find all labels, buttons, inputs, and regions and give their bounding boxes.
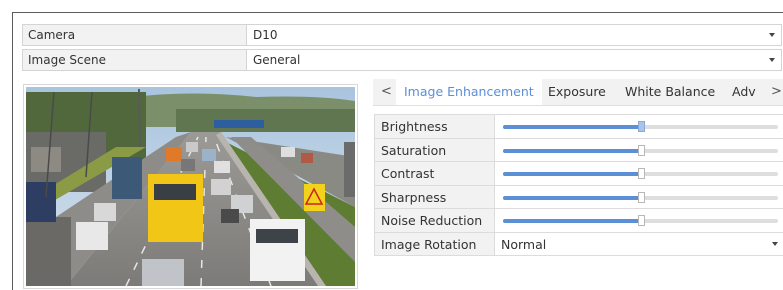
tab-next-arrow[interactable]: >	[771, 79, 782, 105]
brightness-slider-handle[interactable]	[637, 121, 645, 132]
image-enhancement-settings: Brightness Saturation Contrast Sharpness…	[374, 114, 783, 256]
sharpness-label: Sharpness	[375, 185, 495, 208]
image-settings-panel: Camera D10 Image Scene General < Image E…	[12, 12, 783, 290]
noise-reduction-row: Noise Reduction	[374, 209, 783, 233]
camera-label: Camera	[23, 25, 247, 45]
image-rotation-value[interactable]: Normal	[501, 233, 546, 256]
tab-prev-arrow[interactable]: <	[381, 79, 392, 105]
noise-reduction-slider[interactable]	[503, 215, 778, 226]
contrast-slider-handle[interactable]	[637, 168, 645, 179]
camera-value[interactable]: D10	[247, 25, 781, 45]
brightness-row: Brightness	[374, 115, 783, 139]
chevron-down-icon[interactable]	[769, 33, 775, 37]
image-rotation-row[interactable]: Image Rotation Normal	[374, 232, 783, 256]
tab-advanced[interactable]: Adv	[732, 79, 756, 105]
brightness-label: Brightness	[375, 115, 495, 138]
image-scene-label: Image Scene	[23, 50, 247, 70]
brightness-slider[interactable]	[503, 121, 778, 132]
chevron-down-icon[interactable]	[769, 58, 775, 62]
sharpness-row: Sharpness	[374, 185, 783, 209]
contrast-label: Contrast	[375, 162, 495, 185]
saturation-label: Saturation	[375, 138, 495, 161]
tab-exposure[interactable]: Exposure	[548, 79, 606, 105]
image-scene-select[interactable]: Image Scene General	[22, 49, 782, 71]
noise-reduction-label: Noise Reduction	[375, 209, 495, 232]
noise-reduction-slider-handle[interactable]	[637, 215, 645, 226]
tab-white-balance[interactable]: White Balance	[625, 79, 715, 105]
tab-image-enhancement[interactable]: Image Enhancement	[396, 79, 542, 105]
image-scene-value[interactable]: General	[247, 50, 781, 70]
chevron-down-icon[interactable]	[772, 241, 778, 246]
saturation-row: Saturation	[374, 138, 783, 162]
saturation-slider-handle[interactable]	[637, 144, 645, 156]
image-rotation-label: Image Rotation	[375, 232, 495, 255]
live-preview	[23, 84, 358, 289]
contrast-row: Contrast	[374, 162, 783, 186]
settings-tabs: < Image Enhancement Exposure White Balan…	[373, 79, 783, 106]
camera-preview-image	[26, 87, 355, 286]
camera-select[interactable]: Camera D10	[22, 24, 782, 46]
sharpness-slider[interactable]	[503, 191, 778, 203]
contrast-slider[interactable]	[503, 168, 778, 179]
saturation-slider[interactable]	[503, 144, 778, 156]
sharpness-slider-handle[interactable]	[637, 191, 645, 203]
